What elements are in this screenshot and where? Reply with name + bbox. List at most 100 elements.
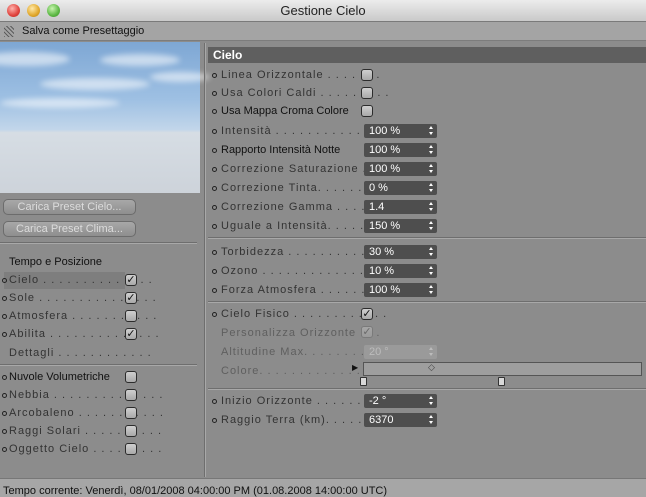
bullet-icon [212, 109, 217, 114]
stepper-icon[interactable] [429, 347, 434, 357]
triangle-right-icon[interactable]: ▶ [352, 363, 358, 372]
bullet-icon [2, 411, 7, 416]
stepper-icon[interactable] [429, 183, 434, 193]
nav-item-nebbia[interactable]: Nebbia . . . . . . . . . . . . . . [9, 389, 163, 401]
forza-atmosfera-label: Forza Atmosfera . . . . . . . . [221, 284, 382, 296]
color-gradient-bar[interactable] [363, 362, 642, 376]
personalizza-orizzonte-checkbox[interactable]: ✓ [361, 326, 373, 338]
stepper-icon[interactable] [429, 247, 434, 257]
bullet-icon [212, 148, 217, 153]
stepper-icon[interactable] [429, 126, 434, 136]
bullet-icon [212, 312, 217, 317]
raggio-terra-value: 6370 [369, 414, 394, 426]
bullet-icon [2, 447, 7, 452]
stepper-icon[interactable] [429, 202, 434, 212]
correzione-saturazione-field[interactable]: 100 % [364, 162, 437, 176]
altitudine-max-label: Altitudine Max. . . . . . . . . . [221, 346, 382, 358]
cielo-checkbox[interactable]: ✓ [125, 274, 137, 286]
usa-colori-caldi-checkbox[interactable] [361, 87, 373, 99]
linea-orizzontale-label: Linea Orizzontale . . . . . . . [221, 69, 381, 81]
correzione-gamma-value: 1.4 [369, 201, 385, 213]
sole-checkbox[interactable]: ✓ [125, 292, 137, 304]
bullet-icon [2, 314, 7, 319]
personalizza-orizzonte-label: Personalizza Orizzonte . . . [221, 327, 381, 339]
bullet-icon [2, 375, 7, 380]
right-divider-1 [208, 237, 646, 239]
nav-item-arcobaleno[interactable]: Arcobaleno . . . . . . . . . . . [9, 407, 164, 419]
bullet-icon [2, 278, 7, 283]
gradient-knot-handle[interactable] [498, 377, 505, 386]
raggi-solari-checkbox[interactable] [125, 425, 137, 437]
ozono-field[interactable]: 10 % [364, 264, 437, 278]
diamond-icon[interactable]: ◇ [428, 362, 435, 373]
arcobaleno-checkbox[interactable] [125, 407, 137, 419]
linea-orizzontale-checkbox[interactable] [361, 69, 373, 81]
correzione-saturazione-value: 100 % [369, 163, 401, 175]
forza-atmosfera-value: 100 % [369, 284, 401, 296]
inizio-orizzonte-value: -2 ° [369, 395, 387, 407]
bullet-icon [2, 296, 7, 301]
bullet-icon [212, 205, 217, 210]
stepper-icon[interactable] [429, 221, 434, 231]
cielo-fisico-checkbox[interactable]: ✓ [361, 308, 373, 320]
section-header: Cielo [208, 47, 646, 63]
panel-divider [204, 43, 206, 477]
rapporto-intensita-notte-value: 100 % [369, 144, 401, 156]
forza-atmosfera-field[interactable]: 100 % [364, 283, 437, 297]
section-header-title: Cielo [213, 48, 243, 62]
title-bar: Gestione Cielo [0, 0, 646, 22]
bullet-icon [212, 288, 217, 293]
stepper-icon[interactable] [429, 266, 434, 276]
gradient-knot-handle[interactable] [360, 377, 367, 386]
bullet-icon [212, 250, 217, 255]
left-divider [0, 242, 197, 244]
load-sky-preset-button[interactable]: Carica Preset Cielo... [3, 199, 136, 215]
bullet-icon [212, 91, 217, 96]
atmosfera-checkbox[interactable] [125, 310, 137, 322]
raggio-terra-field[interactable]: 6370 [364, 413, 437, 427]
uguale-a-intensita-field[interactable]: 150 % [364, 219, 437, 233]
stepper-icon[interactable] [429, 396, 434, 406]
stepper-icon[interactable] [429, 164, 434, 174]
bullet-icon [212, 167, 217, 172]
ozono-value: 10 % [369, 265, 395, 277]
altitudine-max-field[interactable]: 20 ° [364, 345, 437, 359]
save-preset-menu-item[interactable]: Salva come Presettaggio [22, 25, 144, 37]
inizio-orizzonte-label: Inizio Orizzonte . . . . . . . . . [221, 395, 386, 407]
correzione-gamma-field[interactable]: 1.4 [364, 200, 437, 214]
inizio-orizzonte-field[interactable]: -2 ° [364, 394, 437, 408]
raggio-terra-label: Raggio Terra (km). . . . . . . . [221, 414, 387, 426]
bullet-icon [2, 393, 7, 398]
torbidezza-field[interactable]: 30 % [364, 245, 437, 259]
grip-icon[interactable] [4, 26, 14, 37]
bullet-icon [212, 73, 217, 78]
nav-item-dettagli[interactable]: Dettagli . . . . . . . . . . . . [9, 347, 152, 359]
load-climate-preset-button[interactable]: Carica Preset Clima... [3, 221, 136, 237]
nebbia-checkbox[interactable] [125, 389, 137, 401]
nav-item-raggi-solari[interactable]: Raggi Solari . . . . . . . . . . [9, 425, 162, 437]
correzione-gamma-label: Correzione Gamma . . . . . . [221, 201, 382, 213]
sky-preview [0, 42, 210, 193]
status-bar: Tempo corrente: Venerdì, 08/01/2008 04:0… [0, 478, 646, 497]
bullet-icon [212, 269, 217, 274]
intensita-field[interactable]: 100 % [364, 124, 437, 138]
stepper-icon[interactable] [429, 145, 434, 155]
nav-item-nuvole-volumetriche[interactable]: Nuvole Volumetriche [9, 371, 110, 383]
rapporto-intensita-notte-field[interactable]: 100 % [364, 143, 437, 157]
bullet-icon [212, 186, 217, 191]
nuvole-checkbox[interactable] [125, 371, 137, 383]
torbidezza-value: 30 % [369, 246, 395, 258]
bullet-icon [2, 429, 7, 434]
stepper-icon[interactable] [429, 285, 434, 295]
abilita-checkbox[interactable]: ✓ [125, 328, 137, 340]
oggetto-cielo-checkbox[interactable] [125, 443, 137, 455]
bullet-icon [212, 418, 217, 423]
section-title: Tempo e Posizione [9, 256, 102, 268]
stepper-icon[interactable] [429, 415, 434, 425]
nav-item-oggetto-cielo[interactable]: Oggetto Cielo . . . . . . . . . [9, 443, 162, 455]
bullet-icon [212, 224, 217, 229]
rapporto-intensita-notte-label: Rapporto Intensità Notte [221, 144, 341, 156]
correzione-saturazione-label: Correzione Saturazione . . [221, 163, 375, 175]
correzione-tinta-field[interactable]: 0 % [364, 181, 437, 195]
usa-mappa-croma-checkbox[interactable] [361, 105, 373, 117]
